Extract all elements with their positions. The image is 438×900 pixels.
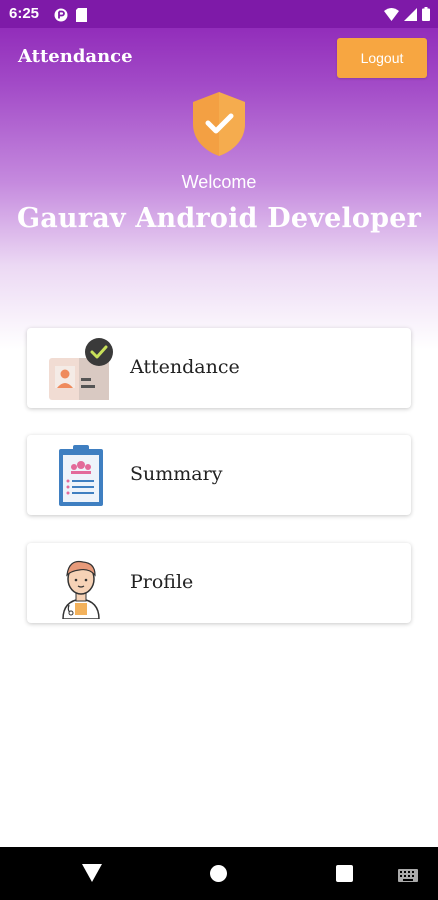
attendance-label: Attendance bbox=[130, 356, 240, 378]
navigation-bar bbox=[0, 847, 438, 900]
status-time: 6:25 bbox=[9, 5, 40, 22]
shield-check-icon bbox=[190, 90, 248, 158]
status-bar: 6:25 bbox=[0, 0, 438, 28]
profile-card[interactable]: Profile bbox=[27, 543, 411, 623]
profile-label: Profile bbox=[130, 571, 194, 593]
data-saver-icon bbox=[54, 7, 68, 26]
attendance-card[interactable]: Attendance bbox=[27, 328, 411, 408]
clipboard-icon bbox=[49, 445, 113, 507]
logout-button[interactable]: Logout bbox=[337, 38, 427, 78]
doctor-avatar-icon bbox=[49, 553, 113, 620]
wifi-icon bbox=[384, 6, 399, 25]
keyboard-icon[interactable] bbox=[398, 867, 418, 886]
summary-card[interactable]: Summary bbox=[27, 435, 411, 515]
sim-card-icon bbox=[76, 7, 87, 26]
user-name: Gaurav Android Developer bbox=[16, 203, 422, 234]
welcome-text: Welcome bbox=[181, 172, 257, 192]
app-title: Attendance bbox=[18, 46, 133, 67]
battery-icon bbox=[422, 6, 430, 25]
id-card-check-icon bbox=[49, 338, 113, 400]
signal-icon bbox=[404, 6, 417, 25]
home-icon[interactable] bbox=[210, 865, 227, 882]
back-icon[interactable] bbox=[82, 864, 102, 885]
recents-icon[interactable] bbox=[336, 865, 353, 882]
summary-label: Summary bbox=[130, 463, 223, 485]
